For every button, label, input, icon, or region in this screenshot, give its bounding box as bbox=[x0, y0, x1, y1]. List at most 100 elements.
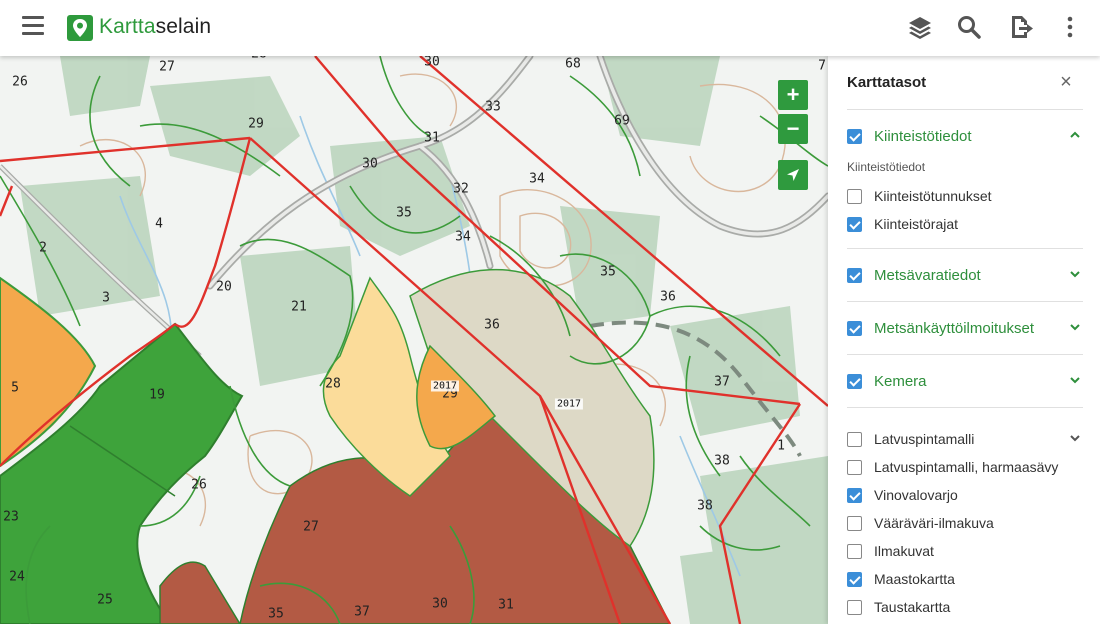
layer-checkbox[interactable] bbox=[847, 373, 862, 389]
divider bbox=[847, 354, 1083, 355]
more-vert-icon[interactable] bbox=[1057, 14, 1083, 40]
parcel-number: 34 bbox=[455, 229, 471, 245]
menu-icon[interactable] bbox=[22, 16, 44, 38]
locate-button[interactable] bbox=[778, 160, 808, 190]
chevron-up-icon[interactable] bbox=[1069, 129, 1081, 141]
layer-group-metsavaratiedot[interactable]: Metsävaratiedot bbox=[847, 263, 1083, 287]
layer-group-label[interactable]: Metsävaratiedot bbox=[874, 267, 981, 284]
top-bar: Karttaselain bbox=[0, 0, 1100, 56]
layer-label[interactable]: Vinovalovarjo bbox=[874, 487, 958, 503]
parcel-number: 27 bbox=[303, 519, 319, 535]
base-layer-vaaravari-ilmakuva[interactable]: Vääräväri-ilmakuva bbox=[847, 511, 1083, 535]
base-layer-maastokartta[interactable]: Maastokartta bbox=[847, 567, 1083, 591]
parcel-number: 28 bbox=[251, 56, 267, 62]
layer-checkbox[interactable] bbox=[847, 487, 862, 503]
layers-icon[interactable] bbox=[907, 14, 933, 40]
layer-item-kiinteistotunnukset[interactable]: Kiinteistötunnukset bbox=[847, 184, 1083, 208]
layer-label[interactable]: Maastokartta bbox=[874, 571, 955, 587]
layer-label[interactable]: Vääräväri-ilmakuva bbox=[874, 515, 994, 531]
base-layer-latvuspintamalli-harmaasavy[interactable]: Latvuspintamalli, harmaasävy bbox=[847, 455, 1083, 479]
parcel-number: 36 bbox=[660, 289, 676, 305]
layer-checkbox[interactable] bbox=[847, 515, 862, 531]
parcel-number: 26 bbox=[191, 477, 207, 493]
layer-checkbox[interactable] bbox=[847, 267, 862, 283]
notification-year-label: 2017 bbox=[430, 380, 460, 392]
layer-group-label[interactable]: Kemera bbox=[874, 373, 927, 390]
divider bbox=[847, 109, 1083, 110]
layer-group-kiinteistotiedot[interactable]: Kiinteistötiedot bbox=[847, 124, 1083, 148]
layer-checkbox[interactable] bbox=[847, 459, 862, 475]
base-layer-taustakartta[interactable]: Taustakartta bbox=[847, 595, 1083, 619]
layer-checkbox[interactable] bbox=[847, 543, 862, 559]
chevron-down-icon[interactable] bbox=[1069, 432, 1081, 444]
parcel-number: 26 bbox=[12, 74, 28, 90]
layer-label[interactable]: Latvuspintamalli bbox=[874, 431, 974, 447]
parcel-number: 30 bbox=[424, 56, 440, 70]
parcel-number: 31 bbox=[498, 597, 514, 613]
layer-checkbox[interactable] bbox=[847, 128, 862, 144]
layers-panel: Karttatasot × Kiinteistötiedot Kiinteist… bbox=[828, 56, 1100, 624]
parcel-number: 7 bbox=[818, 58, 826, 74]
layer-checkbox[interactable] bbox=[847, 431, 862, 447]
parcel-number: 4 bbox=[155, 216, 163, 232]
logo-icon bbox=[67, 15, 93, 41]
layer-label[interactable]: Latvuspintamalli, harmaasävy bbox=[874, 459, 1058, 475]
map-canvas[interactable] bbox=[0, 56, 828, 624]
chevron-down-icon[interactable] bbox=[1069, 374, 1081, 386]
zoom-in-button[interactable]: + bbox=[778, 80, 808, 110]
parcel-number: 27 bbox=[159, 59, 175, 75]
layer-group-label[interactable]: Metsänkäyttöilmoitukset bbox=[874, 320, 1034, 337]
layer-checkbox[interactable] bbox=[847, 571, 862, 587]
parcel-number: 19 bbox=[149, 387, 165, 403]
parcel-number: 28 bbox=[325, 376, 341, 392]
parcel-number: 35 bbox=[600, 264, 616, 280]
export-icon[interactable] bbox=[1008, 14, 1034, 40]
parcel-number: 5 bbox=[11, 380, 19, 396]
brand-suffix: selain bbox=[155, 15, 212, 38]
parcel-number: 38 bbox=[697, 498, 713, 514]
chevron-down-icon[interactable] bbox=[1069, 321, 1081, 333]
layer-item-kiinteistorajat[interactable]: Kiinteistörajat bbox=[847, 212, 1083, 236]
notification-year-label: 2017 bbox=[554, 398, 584, 410]
parcel-number: 38 bbox=[714, 453, 730, 469]
map-view[interactable]: 26 27 28 30 68 7 33 69 29 31 30 32 34 35… bbox=[0, 56, 828, 624]
parcel-number: 2 bbox=[39, 240, 47, 256]
close-icon[interactable]: × bbox=[1056, 71, 1076, 95]
chevron-down-icon[interactable] bbox=[1069, 268, 1081, 280]
search-icon[interactable] bbox=[956, 14, 982, 40]
layer-group-kemera[interactable]: Kemera bbox=[847, 369, 1083, 393]
sub-heading: Kiinteistötiedot bbox=[847, 160, 926, 174]
layer-label[interactable]: Kiinteistötunnukset bbox=[874, 188, 992, 204]
layer-checkbox[interactable] bbox=[847, 320, 862, 336]
layer-group-label[interactable]: Kiinteistötiedot bbox=[874, 128, 972, 145]
parcel-number: 30 bbox=[432, 596, 448, 612]
base-layer-ilmakuvat[interactable]: Ilmakuvat bbox=[847, 539, 1083, 563]
parcel-number: 36 bbox=[484, 317, 500, 333]
layer-label[interactable]: Kiinteistörajat bbox=[874, 216, 958, 232]
layer-label[interactable]: Ilmakuvat bbox=[874, 543, 934, 559]
parcel-number: 37 bbox=[714, 374, 730, 390]
parcel-number: 69 bbox=[614, 113, 630, 129]
parcel-number: 35 bbox=[396, 205, 412, 221]
parcel-number: 68 bbox=[565, 56, 581, 72]
parcel-number: 31 bbox=[424, 130, 440, 146]
parcel-number: 30 bbox=[362, 156, 378, 172]
parcel-number: 32 bbox=[453, 181, 469, 197]
base-layer-vinovalovarjo[interactable]: Vinovalovarjo bbox=[847, 483, 1083, 507]
parcel-number: 33 bbox=[485, 99, 501, 115]
base-layer-latvuspintamalli[interactable]: Latvuspintamalli bbox=[847, 427, 1083, 451]
layer-group-metsankayttoilmoitukset[interactable]: Metsänkäyttöilmoitukset bbox=[847, 316, 1083, 340]
navigation-arrow-icon bbox=[787, 169, 799, 181]
app-brand: Karttaselain bbox=[99, 15, 211, 39]
panel-title: Karttatasot bbox=[847, 74, 927, 91]
parcel-number: 34 bbox=[529, 171, 545, 187]
parcel-number: 25 bbox=[97, 592, 113, 608]
divider bbox=[847, 301, 1083, 302]
parcel-number: 24 bbox=[9, 569, 25, 585]
zoom-out-button[interactable]: − bbox=[778, 114, 808, 144]
layer-checkbox[interactable] bbox=[847, 188, 862, 204]
layer-checkbox[interactable] bbox=[847, 599, 862, 615]
layer-label[interactable]: Taustakartta bbox=[874, 599, 950, 615]
layer-checkbox[interactable] bbox=[847, 216, 862, 232]
parcel-number: 37 bbox=[354, 604, 370, 620]
